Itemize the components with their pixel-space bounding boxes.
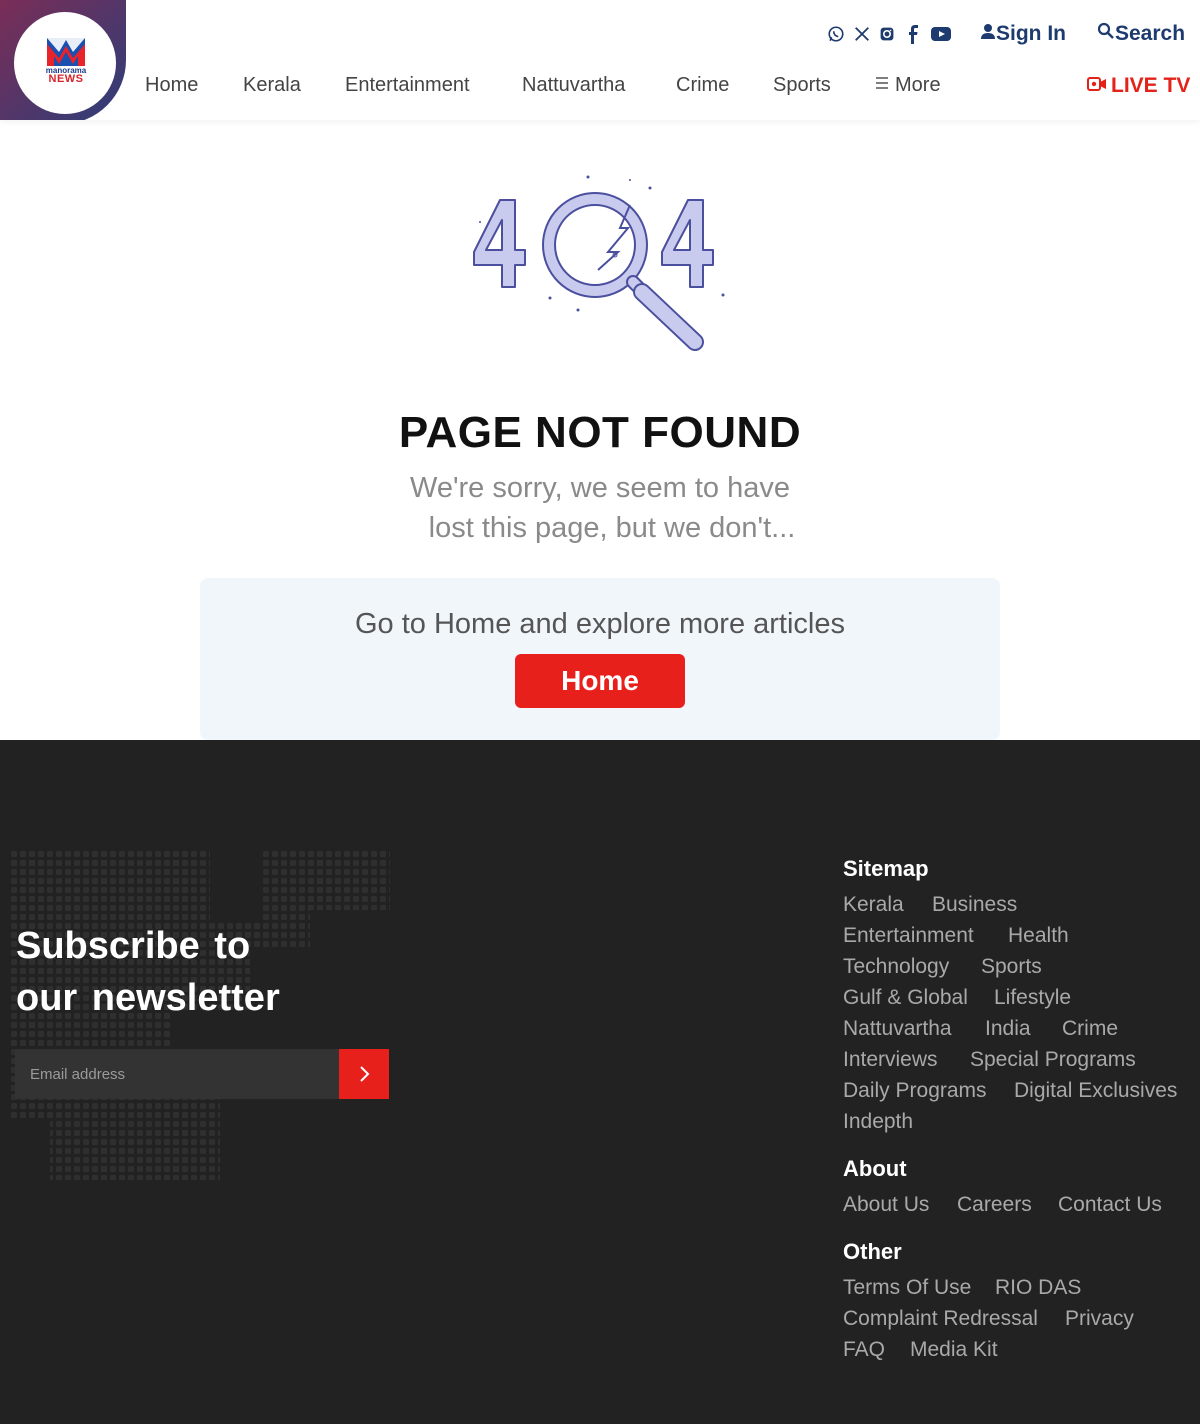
logo[interactable]: manorama NEWS	[0, 0, 126, 120]
404-illustration	[473, 175, 725, 351]
sitemap-link-crime[interactable]: Crime	[1062, 1017, 1118, 1041]
nav-more-label: More	[895, 74, 941, 96]
home-button[interactable]: Home	[515, 654, 685, 708]
about-link-contact-us[interactable]: Contact Us	[1058, 1193, 1162, 1217]
nav-home[interactable]: Home	[145, 74, 198, 97]
nav-more[interactable]: More	[875, 74, 941, 97]
newsletter-title-line1: Subscribe to	[16, 925, 251, 967]
about-link-careers[interactable]: Careers	[957, 1193, 1032, 1217]
about-link-about-us[interactable]: About Us	[843, 1193, 929, 1217]
sitemap-link-sports[interactable]: Sports	[981, 955, 1042, 979]
other-heading: Other	[843, 1239, 902, 1264]
sitemap-link-nattuvartha[interactable]: Nattuvartha	[843, 1017, 952, 1041]
sitemap-link-health[interactable]: Health	[1008, 924, 1069, 948]
error-subtitle-line2: lost this page, but we don't...	[428, 512, 796, 544]
sitemap-link-technology[interactable]: Technology	[843, 955, 949, 979]
newsletter-title: Subscribe to our newsletter	[16, 920, 280, 1024]
newsletter-title-line2: our newsletter	[16, 977, 280, 1019]
whatsapp-icon[interactable]	[827, 24, 845, 44]
error-subtitle-line1: We're sorry, we seem to have	[410, 472, 790, 504]
page-not-found-title: PAGE NOT FOUND	[398, 408, 802, 457]
sitemap-link-daily-programs[interactable]: Daily Programs	[843, 1079, 987, 1103]
newsletter-submit-button[interactable]	[339, 1049, 389, 1099]
nav-nattuvartha[interactable]: Nattuvartha	[522, 74, 625, 97]
sitemap-link-digital-exclusives[interactable]: Digital Exclusives	[1014, 1079, 1177, 1103]
search-link[interactable]: Search	[1097, 22, 1185, 46]
other-link-media-kit[interactable]: Media Kit	[910, 1338, 998, 1362]
x-icon[interactable]	[853, 24, 871, 44]
site-footer: Subscribe to our newsletter Sitemap Kera…	[0, 740, 1200, 1424]
logo-text-news: NEWS	[48, 73, 84, 85]
sitemap-link-lifestyle[interactable]: Lifestyle	[994, 986, 1071, 1010]
search-icon	[1097, 22, 1114, 39]
other-link-complaint-redressal[interactable]: Complaint Redressal	[843, 1307, 1038, 1331]
nav-crime[interactable]: Crime	[676, 74, 729, 97]
other-link-faq[interactable]: FAQ	[843, 1338, 885, 1362]
youtube-icon[interactable]	[930, 24, 952, 44]
live-tv-link[interactable]: LIVE TV	[1087, 74, 1190, 98]
email-input[interactable]	[15, 1049, 339, 1099]
about-heading: About	[843, 1156, 907, 1181]
user-icon	[981, 24, 995, 39]
other-link-rio-das[interactable]: RIO DAS	[995, 1276, 1081, 1300]
facebook-icon[interactable]	[906, 24, 920, 44]
sign-in-label: Sign In	[996, 22, 1066, 45]
sign-in-link[interactable]: Sign In	[980, 22, 1066, 46]
menu-icon	[876, 77, 888, 89]
instagram-icon[interactable]	[879, 24, 895, 44]
nav-entertainment[interactable]: Entertainment	[345, 74, 470, 97]
other-link-privacy[interactable]: Privacy	[1065, 1307, 1134, 1331]
sitemap-link-india[interactable]: India	[985, 1017, 1031, 1041]
sitemap-link-gulf-global[interactable]: Gulf & Global	[843, 986, 968, 1010]
nav-sports[interactable]: Sports	[773, 74, 831, 97]
nav-kerala[interactable]: Kerala	[243, 74, 301, 97]
live-tv-label: LIVE TV	[1111, 74, 1191, 97]
sitemap-link-indepth[interactable]: Indepth	[843, 1110, 913, 1134]
sitemap-link-interviews[interactable]: Interviews	[843, 1048, 938, 1072]
home-cta-text: Go to Home and explore more articles	[355, 608, 845, 640]
sitemap-heading: Sitemap	[843, 856, 929, 881]
sitemap-link-entertainment[interactable]: Entertainment	[843, 924, 974, 948]
home-cta-box: Go to Home and explore more articles Hom…	[200, 578, 1000, 740]
chevron-right-icon	[360, 1066, 370, 1082]
sitemap-link-special-programs[interactable]: Special Programs	[970, 1048, 1136, 1072]
other-link-terms[interactable]: Terms Of Use	[843, 1276, 971, 1300]
video-camera-icon	[1087, 77, 1106, 91]
site-header: manorama NEWS Sign In Search Home Kerala…	[0, 0, 1200, 120]
search-label: Search	[1115, 22, 1186, 45]
sitemap-link-kerala[interactable]: Kerala	[843, 893, 904, 917]
sitemap-link-business[interactable]: Business	[932, 893, 1017, 917]
